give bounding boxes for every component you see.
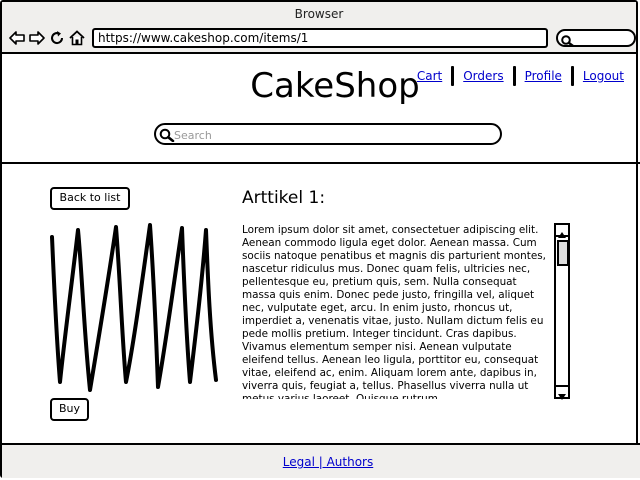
top-nav: Cart Orders Profile Logout — [417, 66, 624, 86]
search-icon — [561, 32, 575, 51]
nav-separator — [451, 66, 455, 86]
browser-nav-icons — [8, 28, 86, 48]
nav-link-orders[interactable]: Orders — [463, 69, 503, 83]
product-description: Lorem ipsum dolor sit amet, consectetuer… — [242, 224, 546, 399]
reload-icon[interactable] — [48, 28, 66, 48]
nav-separator — [512, 66, 516, 86]
header-divider — [2, 162, 640, 164]
search-input[interactable] — [172, 126, 496, 144]
window-title: Browser — [294, 7, 344, 21]
scrollbar-thumb[interactable] — [557, 240, 569, 266]
nav-link-logout[interactable]: Logout — [583, 69, 624, 83]
site-search-field[interactable] — [154, 123, 502, 145]
footer: Legal | Authors — [2, 445, 640, 478]
back-to-list-button[interactable]: Back to list — [50, 187, 130, 210]
nav-separator — [570, 66, 574, 86]
description-scrollbar[interactable] — [554, 223, 570, 400]
footer-legal-authors-link[interactable]: Legal | Authors — [2, 455, 640, 469]
address-bar[interactable]: https://www.cakeshop.com/items/1 — [92, 28, 548, 48]
browser-titlebar: Browser https://www.cakeshop.com/items/1 — [2, 2, 636, 54]
nav-link-profile[interactable]: Profile — [525, 69, 562, 83]
buy-button[interactable]: Buy — [50, 398, 89, 421]
scroll-up-arrow-icon[interactable] — [556, 225, 568, 238]
forward-arrow-icon[interactable] — [28, 28, 46, 48]
home-icon[interactable] — [68, 28, 86, 48]
scroll-down-arrow-icon[interactable] — [556, 385, 568, 400]
nav-link-cart[interactable]: Cart — [417, 69, 442, 83]
image-placeholder — [46, 222, 226, 392]
product-heading: Arttikel 1: — [242, 188, 326, 208]
back-arrow-icon[interactable] — [8, 28, 26, 48]
browser-search-field[interactable] — [556, 29, 636, 48]
browser-window: Browser https://www.cakeshop.com/items/1… — [0, 0, 640, 478]
